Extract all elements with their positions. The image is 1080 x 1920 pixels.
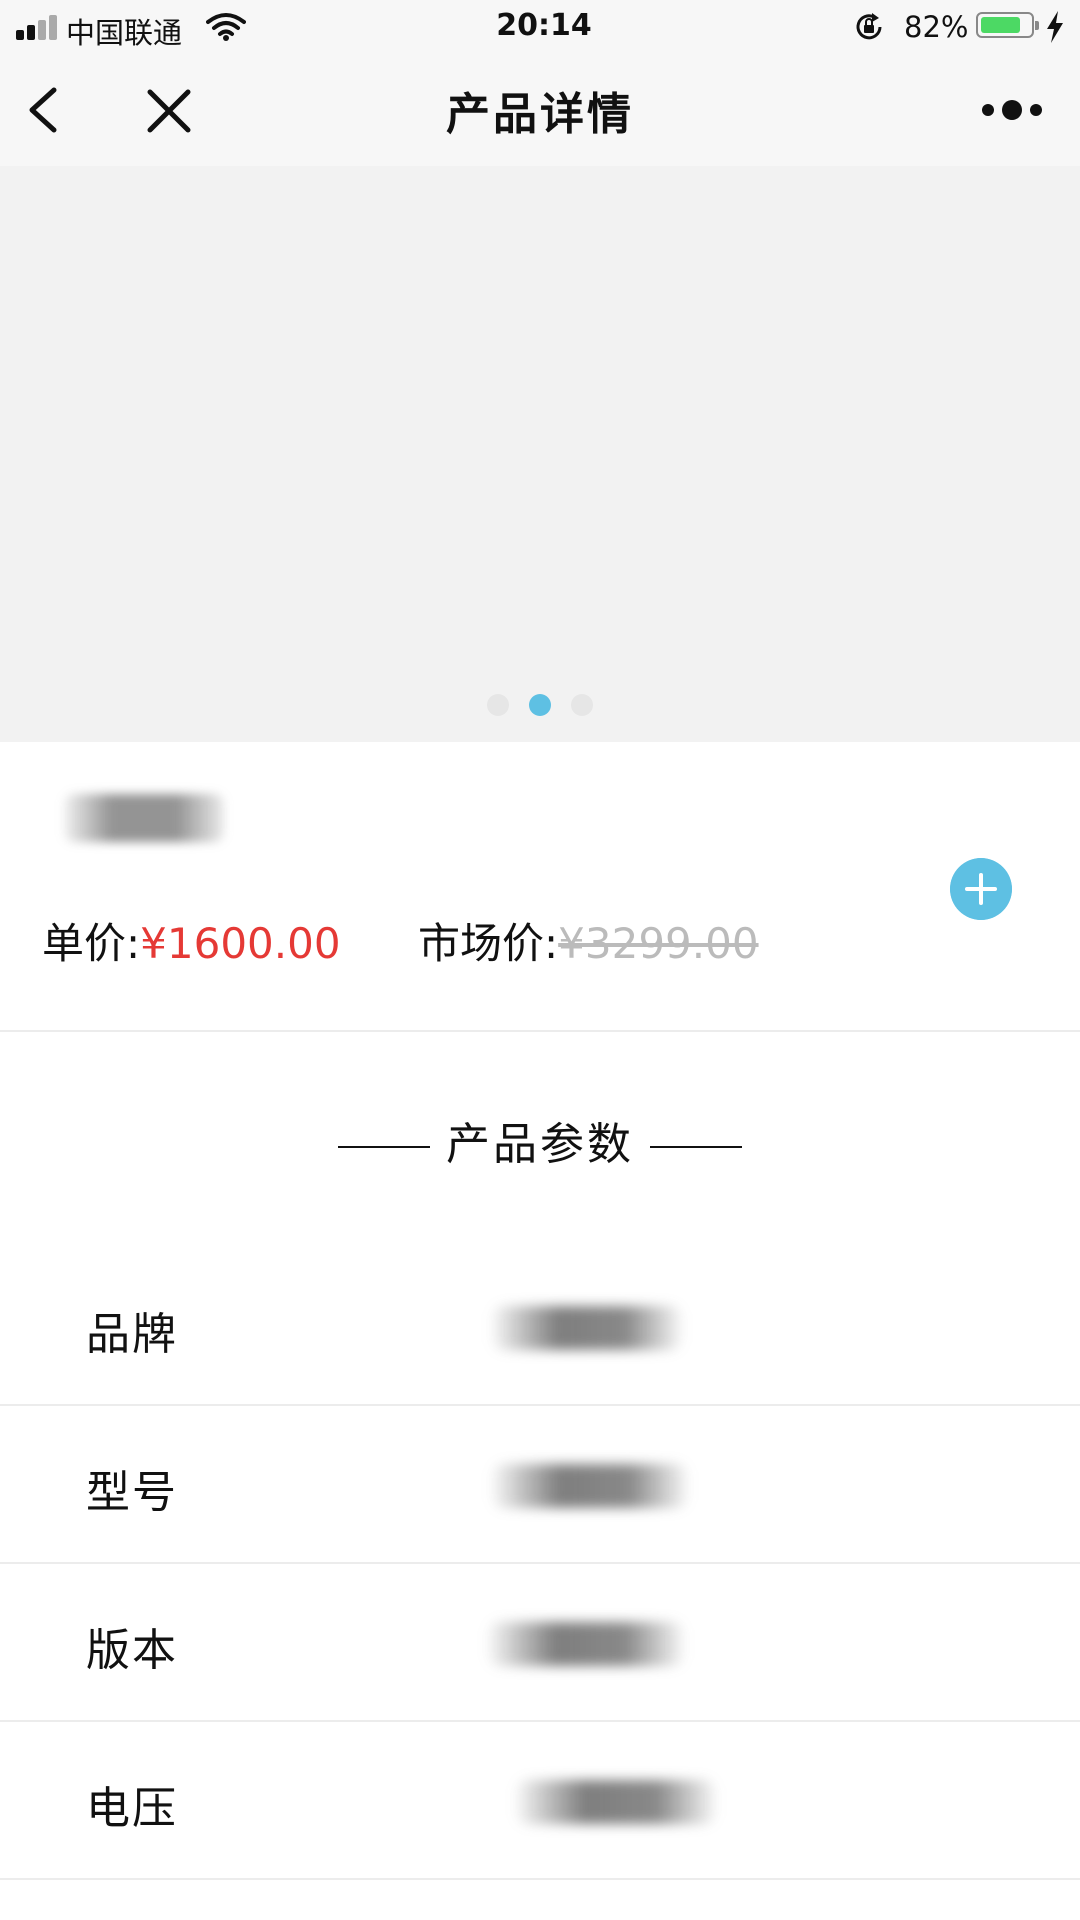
carousel-indicator xyxy=(0,694,1080,718)
page-title: 产品详情 xyxy=(446,89,634,140)
battery-percent: 82% xyxy=(904,10,969,44)
param-label: 品牌 xyxy=(86,1309,178,1360)
param-value-redacted xyxy=(492,1306,682,1350)
unit-price-value: ¥1600.00 xyxy=(140,919,341,968)
status-bar: 中国联通 20:14 82% xyxy=(0,0,1080,54)
param-label: 型号 xyxy=(86,1467,178,1518)
orientation-lock-icon xyxy=(856,13,882,40)
section-title: 产品参数 xyxy=(446,1119,634,1170)
param-row-model: 型号 xyxy=(0,1406,1080,1564)
param-row-brand: 品牌 xyxy=(0,1248,1080,1406)
battery-icon xyxy=(976,12,1039,38)
carousel-dot[interactable] xyxy=(487,694,509,716)
params-list: 品牌 型号 版本 电压 xyxy=(0,1248,1080,1880)
market-price: 市场价:¥3299.00 xyxy=(418,910,759,971)
param-label: 电压 xyxy=(86,1783,178,1834)
market-price-label: 市场价: xyxy=(418,919,559,968)
divider-right xyxy=(650,1146,742,1148)
divider-left xyxy=(338,1146,430,1148)
unit-price-label: 单价: xyxy=(42,919,141,968)
param-row-version: 版本 xyxy=(0,1564,1080,1722)
product-name-redacted xyxy=(64,794,224,842)
battery-level-fill xyxy=(981,17,1020,33)
param-value-redacted xyxy=(492,1464,688,1508)
param-label: 版本 xyxy=(86,1625,178,1676)
params-section-header: 产品参数 xyxy=(0,1032,1080,1250)
product-image-carousel[interactable] xyxy=(0,166,1080,742)
unit-price: 单价:¥1600.00 xyxy=(42,910,341,971)
carousel-dot[interactable] xyxy=(571,694,593,716)
more-icon[interactable] xyxy=(978,90,1048,130)
charging-bolt-icon xyxy=(1047,11,1063,43)
carousel-dot[interactable] xyxy=(529,694,551,716)
plus-circle-icon[interactable] xyxy=(950,858,1012,920)
product-info: 单价:¥1600.00 市场价:¥3299.00 xyxy=(0,742,1080,1032)
market-price-value: ¥3299.00 xyxy=(558,919,759,968)
nav-bar: 产品详情 xyxy=(0,54,1080,166)
param-value-redacted xyxy=(488,1622,684,1666)
param-row-voltage: 电压 xyxy=(0,1722,1080,1880)
param-value-redacted xyxy=(516,1780,716,1824)
